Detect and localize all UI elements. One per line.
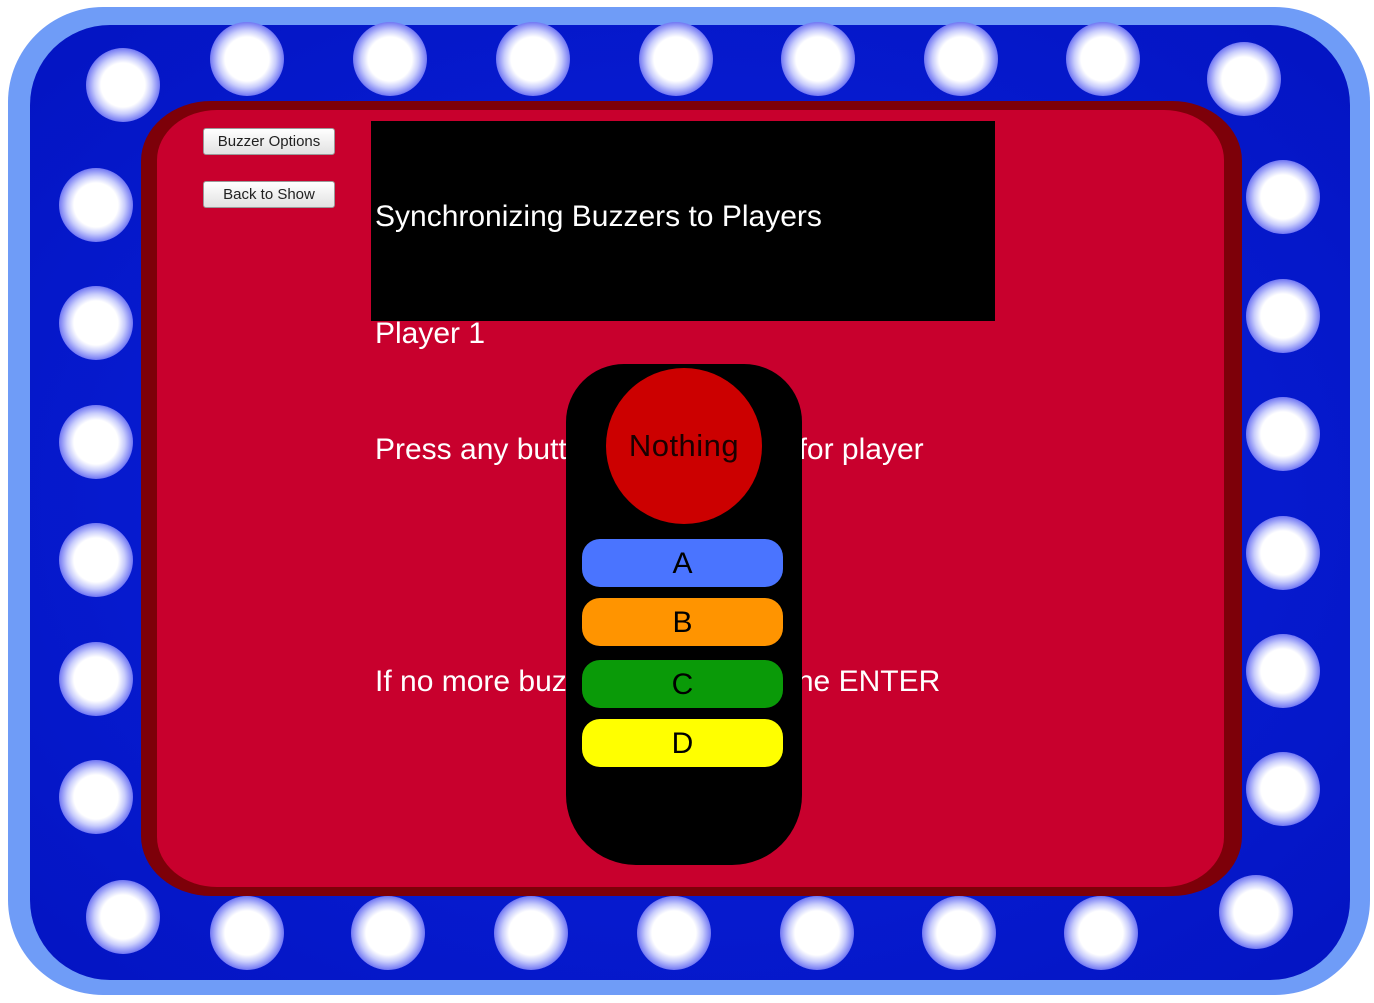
marquee-light — [59, 405, 133, 479]
marquee-light — [59, 760, 133, 834]
marquee-light — [1207, 42, 1281, 116]
back-to-show-button[interactable]: Back to Show — [203, 181, 335, 208]
marquee-light — [1066, 22, 1140, 96]
marquee-light — [1246, 634, 1320, 708]
marquee-light — [496, 22, 570, 96]
marquee-light — [1246, 752, 1320, 826]
marquee-light — [353, 22, 427, 96]
marquee-light — [639, 22, 713, 96]
marquee-light — [59, 642, 133, 716]
marquee-light — [1219, 875, 1293, 949]
marquee-light — [59, 168, 133, 242]
marquee-light — [637, 896, 711, 970]
marquee-light — [780, 896, 854, 970]
marquee-light — [59, 286, 133, 360]
marquee-light — [86, 880, 160, 954]
buzzer-key-c[interactable]: C — [582, 660, 783, 708]
marquee-light — [1246, 279, 1320, 353]
marquee-light — [1246, 160, 1320, 234]
marquee-light — [924, 22, 998, 96]
marquee-light — [59, 523, 133, 597]
marquee-light — [922, 896, 996, 970]
marquee-light — [86, 48, 160, 122]
buzzer-key-a[interactable]: A — [582, 539, 783, 587]
marquee-light — [351, 896, 425, 970]
buzzer-key-b[interactable]: B — [582, 598, 783, 646]
instruction-box: Synchronizing Buzzers to Players Player … — [371, 121, 995, 698]
marquee-light — [210, 896, 284, 970]
instruction-title: Synchronizing Buzzers to Players — [375, 200, 822, 234]
marquee-light — [1246, 397, 1320, 471]
marquee-light — [1064, 896, 1138, 970]
marquee-light — [781, 22, 855, 96]
marquee-light — [494, 896, 568, 970]
marquee-light — [1246, 516, 1320, 590]
marquee-light — [210, 22, 284, 96]
buzzer-key-d[interactable]: D — [582, 719, 783, 767]
buzzer-big-button[interactable]: Nothing — [606, 368, 762, 524]
instruction-player: Player 1 — [375, 316, 486, 350]
buzzer-options-button[interactable]: Buzzer Options — [203, 128, 335, 155]
